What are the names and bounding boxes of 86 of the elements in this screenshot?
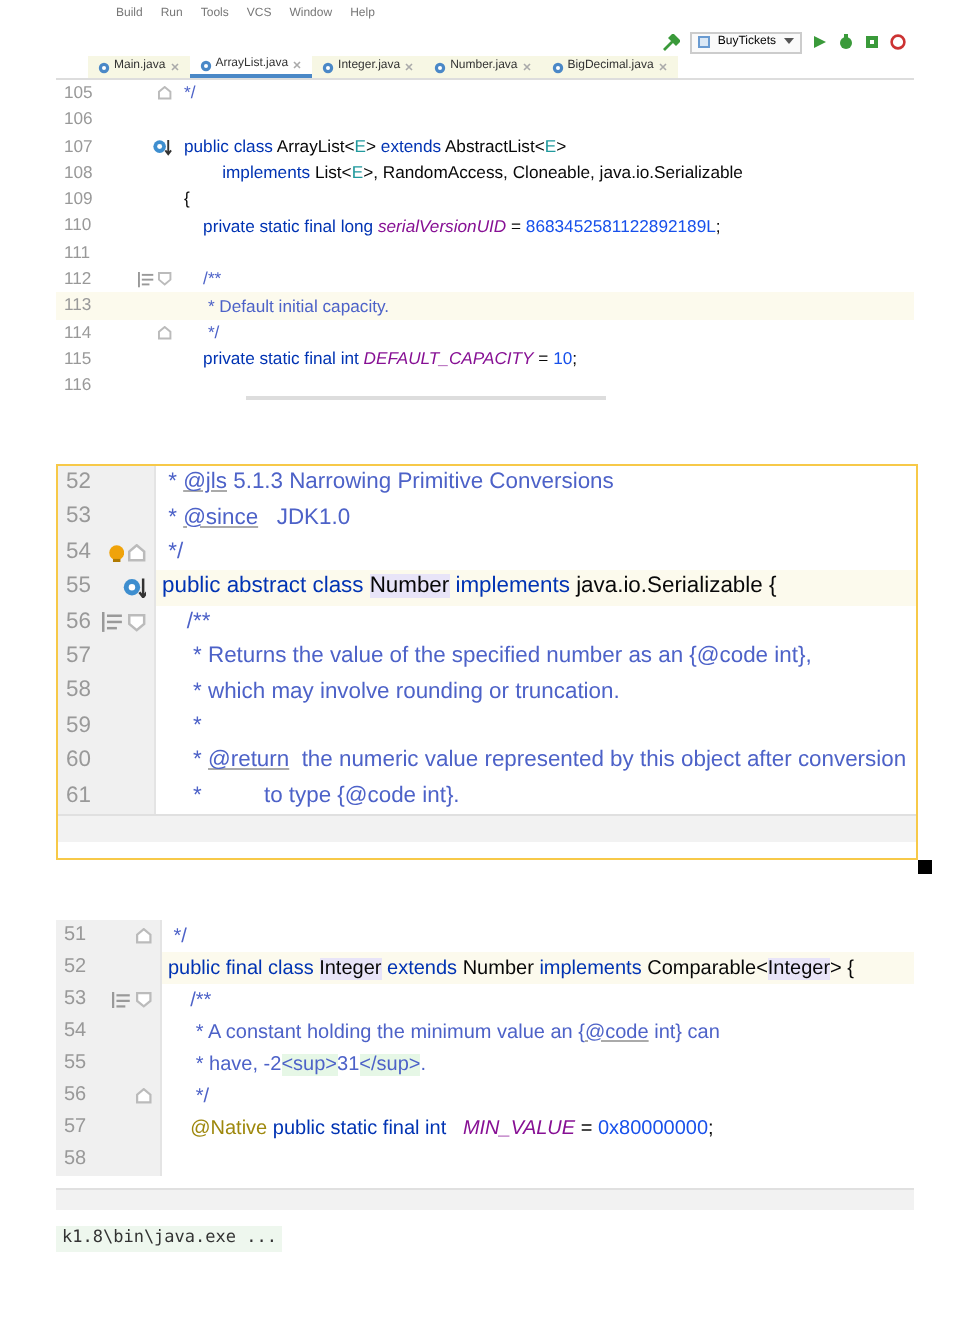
coverage-icon	[864, 34, 880, 50]
code-line: */	[205, 319, 220, 346]
code-line: /**	[201, 266, 222, 293]
code-line: {	[182, 186, 190, 213]
close-icon	[657, 62, 668, 72]
class-icon	[551, 61, 564, 73]
class-icon	[199, 59, 212, 71]
code-line: /**	[188, 987, 212, 1015]
line-number: 110	[62, 212, 94, 239]
line-number: 53	[62, 986, 89, 1014]
run-icon	[812, 34, 828, 50]
caret-icon	[784, 38, 794, 46]
line-number: 52	[62, 954, 89, 982]
code-line: * @return the numeric value represented by this object after conversion	[191, 746, 907, 777]
line-number: 58	[64, 676, 93, 707]
line-number: 114	[62, 319, 94, 346]
code-line: */	[171, 923, 187, 951]
class-icon	[434, 61, 447, 73]
fold-icon	[136, 1088, 152, 1104]
line-number: 107	[62, 133, 95, 160]
line-number: 115	[62, 345, 94, 372]
doc-lines-icon	[102, 612, 125, 633]
line-number: 56	[62, 1082, 89, 1110]
resize-handle[interactable]	[918, 860, 932, 874]
line-number: 61	[64, 781, 93, 812]
doc-lines-icon	[112, 991, 133, 1009]
line-number: 51	[62, 922, 89, 950]
code-line: private static final long serialVersionUID = 8683452581122892189L;	[201, 213, 721, 240]
fold-icon	[128, 613, 146, 632]
doc-lines-icon	[137, 271, 155, 288]
code-line: /**	[184, 607, 211, 638]
code-line: */	[193, 1083, 210, 1111]
fold-icon	[158, 272, 172, 287]
line-number: 111	[62, 239, 93, 266]
code-line: */	[166, 538, 184, 569]
code-line: * to type {@code int}.	[191, 781, 460, 812]
code-line: private static final int DEFAULT_CAPACITY = 10;	[201, 346, 578, 373]
close-icon	[169, 62, 180, 72]
code-line: * A constant holding the minimum value an {@code int} can	[193, 1019, 720, 1047]
fold-icon	[158, 325, 172, 340]
line-number: 112	[62, 266, 94, 293]
class-icon	[322, 61, 335, 73]
line-number: 54	[64, 537, 93, 568]
fold-icon	[128, 544, 146, 562]
line-number: 56	[64, 607, 93, 638]
line-number: 55	[64, 572, 93, 603]
fold-icon	[136, 928, 152, 944]
code-line: public final class Integer extends Number implements Comparable<Integer> {	[166, 955, 855, 983]
line-number: 58	[62, 1146, 89, 1174]
line-number: 59	[64, 711, 93, 742]
line-number: 60	[64, 746, 93, 777]
line-number: 55	[62, 1050, 89, 1078]
profile-icon	[890, 34, 906, 50]
bulb-icon	[107, 543, 125, 563]
line-number: 108	[62, 159, 95, 186]
line-number: 57	[64, 641, 93, 672]
close-icon	[292, 60, 303, 70]
line-number: 116	[62, 372, 94, 399]
code-line: * Returns the value of the specified number as an {@code int},	[191, 642, 812, 673]
code-line: implements List<E>, RandomAccess, Cloneable, java.io.Serializable	[220, 160, 743, 186]
line-number: 57	[62, 1114, 89, 1142]
code-line: @Native public static final int MIN_VALUE = 0x80000000;	[188, 1115, 714, 1143]
line-number: 53	[64, 502, 93, 533]
line-number: 54	[62, 1018, 89, 1046]
line-number: 113	[62, 292, 94, 319]
code-line: * Default initial capacity.	[205, 293, 390, 319]
code-line: * @since JDK1.0	[166, 503, 351, 534]
hammer-icon	[661, 33, 680, 51]
code-line: public abstract class Number implements java.io.Serializable {	[160, 572, 777, 603]
close-icon	[521, 62, 532, 72]
code-line: * @jls 5.1.3 Narrowing Primitive Conversions	[166, 468, 614, 499]
line-number: 105	[62, 80, 95, 106]
code-line: *	[191, 712, 202, 743]
fold-icon	[136, 992, 152, 1008]
class-icon	[697, 36, 710, 48]
class-icon	[98, 61, 110, 73]
line-number: 109	[62, 186, 95, 213]
code-line: */	[182, 80, 196, 107]
code-line: public class ArrayList<E> extends AbstractList<E>	[182, 133, 567, 160]
fold-icon	[158, 86, 172, 100]
code-line: * have, -2<sup>31</sup>.	[193, 1051, 427, 1079]
line-number: 106	[62, 106, 95, 133]
close-icon	[404, 62, 415, 72]
bug-icon	[838, 34, 854, 50]
line-number: 52	[64, 468, 93, 498]
code-line: * which may involve rounding or truncation.	[191, 677, 620, 708]
